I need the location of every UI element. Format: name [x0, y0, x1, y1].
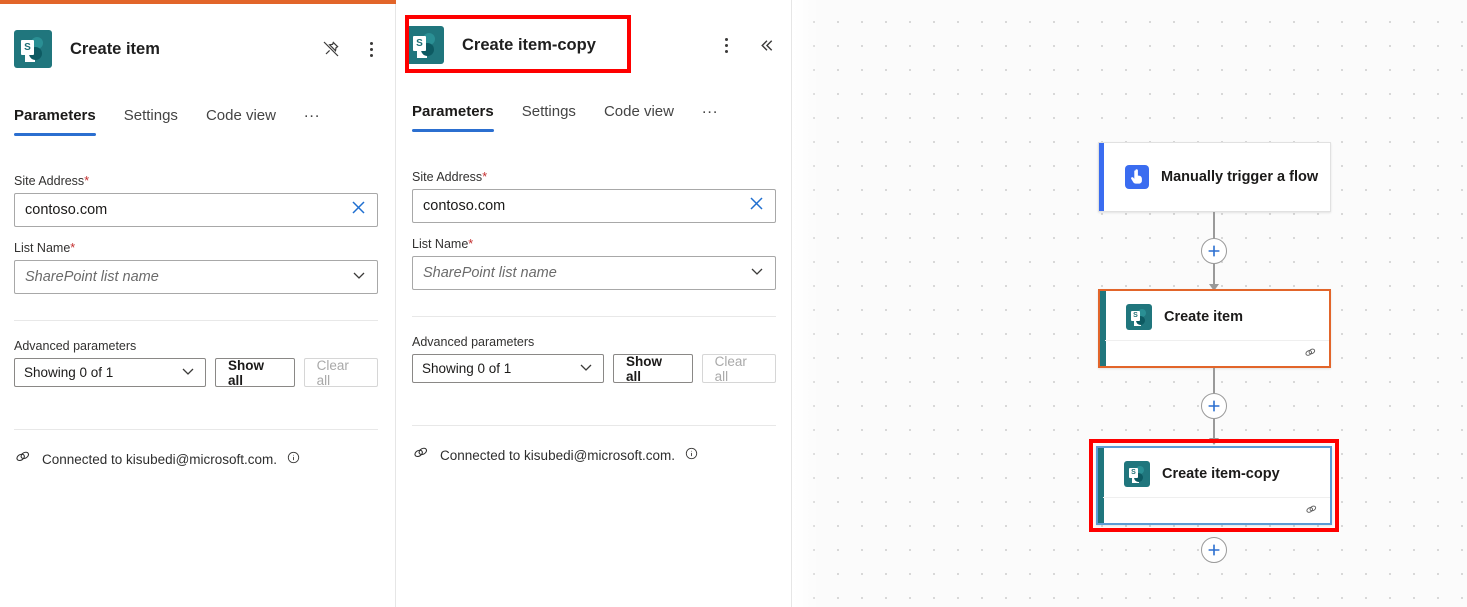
parameters-form: Site Address* contoso.com List Name* Sha… — [14, 174, 378, 471]
list-name-select[interactable]: SharePoint list name — [14, 260, 378, 294]
clear-icon[interactable] — [350, 199, 367, 221]
chevron-down-icon[interactable] — [351, 267, 367, 288]
node-accent-bar — [1099, 143, 1104, 211]
site-address-value: contoso.com — [25, 202, 108, 218]
list-name-select[interactable]: SharePoint list name — [412, 256, 776, 290]
clear-all-button: Clear all — [701, 354, 776, 384]
chevron-down-icon[interactable] — [749, 263, 765, 284]
list-name-placeholder: SharePoint list name — [423, 265, 557, 281]
site-address-label: Site Address* — [14, 174, 90, 188]
sharepoint-icon: S — [1126, 303, 1152, 330]
tab-overflow-icon[interactable]: ... — [702, 100, 718, 132]
list-name-placeholder: SharePoint list name — [25, 269, 159, 285]
site-address-input[interactable]: contoso.com — [412, 189, 776, 223]
tab-overflow-icon[interactable]: ... — [304, 104, 320, 136]
connection-text: Connected to kisubedi@microsoft.com. — [440, 448, 676, 463]
sharepoint-icon: S — [14, 30, 52, 68]
advanced-parameters-label: Advanced parameters — [412, 335, 535, 349]
panel-title: Create item — [70, 39, 160, 58]
add-step-button-3[interactable] — [1201, 537, 1227, 563]
divider — [14, 429, 378, 430]
advanced-parameters-select[interactable]: Showing 0 of 1 — [14, 358, 207, 387]
parameters-form: Site Address* contoso.com List Name* Sha… — [412, 170, 776, 467]
tab-parameters[interactable]: Parameters — [14, 107, 96, 136]
tab-code-view[interactable]: Code view — [604, 103, 674, 132]
clear-all-button: Clear all — [303, 358, 378, 388]
add-step-button-1[interactable] — [1201, 238, 1227, 264]
highlight-box-flow-node — [1089, 439, 1339, 532]
flow-node-create-item[interactable]: S Create item — [1098, 289, 1331, 368]
flow-connector — [1213, 264, 1215, 286]
flow-node-label: Create item — [1164, 308, 1243, 325]
site-address-label: Site Address* — [412, 170, 488, 184]
flow-node-label: Manually trigger a flow — [1161, 169, 1319, 185]
tab-settings[interactable]: Settings — [124, 107, 178, 136]
flow-canvas[interactable]: Manually trigger a flow S Create item S … — [793, 0, 1467, 607]
panel-tabs: Parameters Settings Code view ... — [14, 104, 384, 136]
chevron-down-icon — [578, 359, 594, 378]
more-commands-icon[interactable] — [713, 32, 739, 58]
link-icon — [412, 444, 430, 467]
connection-status: Connected to kisubedi@microsoft.com. — [14, 448, 378, 471]
panel-header: S Create item — [0, 4, 396, 92]
node-footer — [1105, 340, 1329, 366]
list-name-label: List Name* — [412, 237, 474, 251]
flow-connector — [1213, 368, 1215, 393]
advanced-parameters-value: Showing 0 of 1 — [24, 365, 114, 380]
highlight-box-panel-header — [405, 15, 631, 73]
info-icon[interactable] — [287, 451, 300, 469]
divider — [412, 425, 776, 426]
info-icon[interactable] — [685, 447, 698, 465]
tab-settings[interactable]: Settings — [522, 103, 576, 132]
link-icon — [1303, 345, 1318, 363]
advanced-parameters-select[interactable]: Showing 0 of 1 — [412, 354, 605, 383]
show-all-button[interactable]: Show all — [613, 354, 693, 384]
manual-trigger-icon — [1125, 165, 1149, 189]
panel-tabs: Parameters Settings Code view ... — [412, 100, 779, 132]
more-commands-icon[interactable] — [358, 36, 384, 62]
add-step-button-2[interactable] — [1201, 393, 1227, 419]
tab-code-view[interactable]: Code view — [206, 107, 276, 136]
collapse-panel-icon[interactable] — [753, 32, 779, 58]
advanced-parameters-label: Advanced parameters — [14, 339, 137, 353]
action-panel-create-item: S Create item Parameters Settings Code v… — [0, 0, 396, 607]
show-all-button[interactable]: Show all — [215, 358, 295, 388]
action-panel-create-item-copy: S Create item-copy Parameters Settings C… — [396, 0, 792, 607]
tab-parameters[interactable]: Parameters — [412, 103, 494, 132]
site-address-value: contoso.com — [423, 198, 506, 214]
chevron-down-icon — [180, 363, 196, 382]
connection-text: Connected to kisubedi@microsoft.com. — [42, 452, 278, 467]
advanced-parameters-value: Showing 0 of 1 — [422, 361, 512, 376]
divider — [412, 316, 776, 317]
divider — [14, 320, 378, 321]
site-address-input[interactable]: contoso.com — [14, 193, 378, 227]
flow-node-trigger[interactable]: Manually trigger a flow — [1098, 142, 1331, 212]
list-name-label: List Name* — [14, 241, 76, 255]
link-icon — [14, 448, 32, 471]
clear-icon[interactable] — [748, 195, 765, 217]
connection-status: Connected to kisubedi@microsoft.com. — [412, 444, 776, 467]
unpin-icon[interactable] — [318, 36, 344, 62]
